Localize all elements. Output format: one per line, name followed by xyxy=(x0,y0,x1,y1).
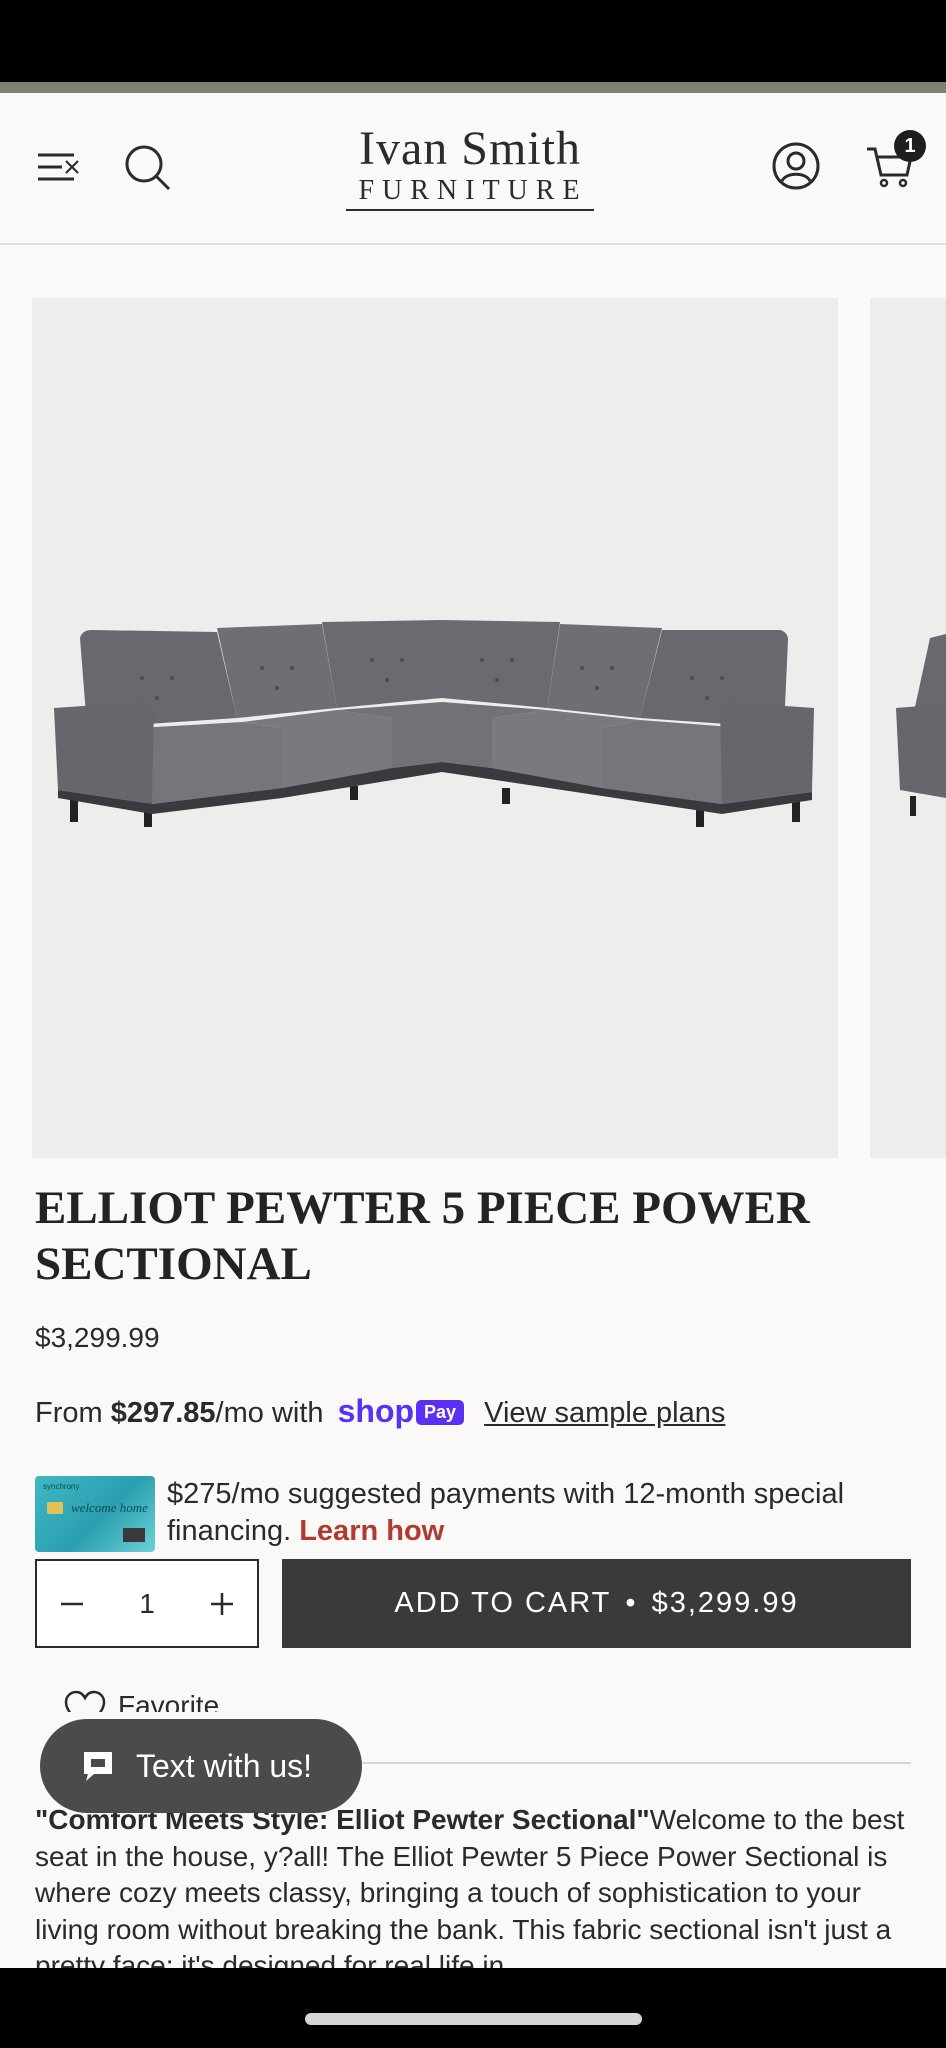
chat-icon xyxy=(84,1752,112,1781)
add-to-cart-button[interactable]: ADD TO CART • $3,299.99 xyxy=(282,1559,911,1648)
shop-pay-logo-pay: Pay xyxy=(416,1400,465,1425)
sectional-sofa-image xyxy=(54,620,814,827)
card-chip-icon xyxy=(47,1502,63,1514)
product-image[interactable] xyxy=(32,298,838,1158)
quantity-value[interactable]: 1 xyxy=(107,1561,187,1646)
installments-suffix: /mo with xyxy=(215,1397,324,1429)
card-logo-icon xyxy=(123,1528,145,1542)
home-indicator[interactable] xyxy=(305,2013,642,2025)
accent-bar xyxy=(0,82,946,93)
logo-bottom-text: FURNITURE xyxy=(346,175,594,211)
shop-pay-installments: From $297.85/mo with shop Pay View sample… xyxy=(35,1393,725,1430)
sectional-sofa-image-partial xyxy=(896,634,946,816)
text-with-us-button[interactable]: Text with us! xyxy=(40,1719,362,1813)
cart-count-badge: 1 xyxy=(894,130,926,162)
quantity-stepper: 1 xyxy=(35,1559,259,1648)
financing-text: $275/mo suggested payments with 12-month… xyxy=(167,1476,927,1550)
text-with-us-label: Text with us! xyxy=(136,1747,313,1784)
logo-top-text: Ivan Smith xyxy=(359,122,581,175)
minus-icon xyxy=(61,1602,83,1605)
installments-amount: $297.85 xyxy=(110,1397,216,1429)
next-product-image[interactable] xyxy=(870,298,946,1158)
search-button[interactable] xyxy=(120,138,176,198)
product-title: ELLIOT PEWTER 5 PIECE POWER SECTIONAL xyxy=(35,1182,810,1290)
add-to-cart-label: ADD TO CART xyxy=(394,1587,612,1619)
menu-button[interactable] xyxy=(30,143,86,195)
credit-card-image: synchrony welcome home xyxy=(35,1476,155,1552)
quantity-increase-button[interactable] xyxy=(187,1561,257,1646)
financing-offer: synchrony welcome home $275/mo suggested… xyxy=(35,1476,915,1552)
card-brand-text: synchrony xyxy=(43,1482,80,1491)
search-icon xyxy=(125,145,171,191)
view-sample-plans-link[interactable]: View sample plans xyxy=(484,1397,725,1429)
add-to-cart-price: $3,299.99 xyxy=(651,1587,799,1619)
quantity-decrease-button[interactable] xyxy=(37,1561,107,1646)
system-bottom-bar xyxy=(0,1968,946,2048)
shop-pay-logo-shop: shop xyxy=(337,1393,415,1429)
heart-icon xyxy=(64,1690,106,1712)
favorite-button[interactable]: Favorite xyxy=(64,1690,219,1712)
status-bar xyxy=(0,0,946,82)
site-header: Ivan Smith FURNITURE 1 xyxy=(0,93,946,245)
menu-icon xyxy=(38,153,79,181)
favorite-label: Favorite xyxy=(118,1690,220,1712)
card-script-text: welcome home xyxy=(71,1500,148,1515)
installments-prefix: From xyxy=(35,1397,111,1429)
product-description: "Comfort Meets Style: Elliot Pewter Sect… xyxy=(35,1802,915,1970)
product-price: $3,299.99 xyxy=(35,1322,160,1353)
account-button[interactable] xyxy=(766,136,826,196)
learn-how-link[interactable]: Learn how xyxy=(299,1515,444,1547)
section-divider xyxy=(360,1762,911,1764)
brand-logo[interactable]: Ivan Smith FURNITURE xyxy=(300,123,640,213)
cart-button[interactable]: 1 xyxy=(856,130,926,196)
financing-description: $275/mo suggested payments with 12-month… xyxy=(167,1478,845,1547)
plus-icon xyxy=(211,1592,233,1615)
separator-dot: • xyxy=(625,1587,638,1619)
account-icon xyxy=(772,142,820,190)
